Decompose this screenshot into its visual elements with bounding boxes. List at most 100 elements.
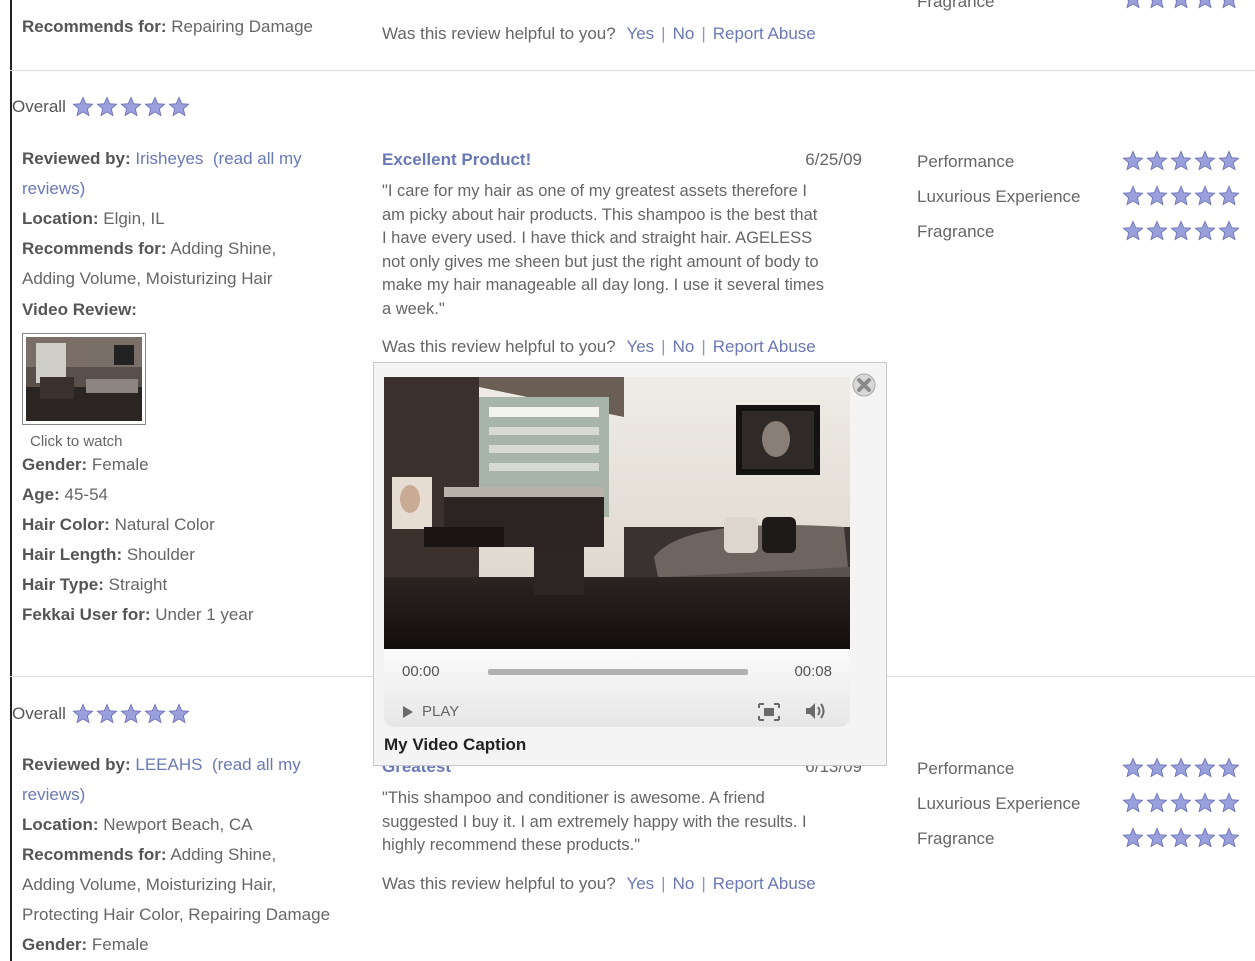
recommends-value: Adding Shine, <box>170 239 277 258</box>
reviewer-name-link[interactable]: Irisheyes <box>135 149 203 168</box>
star-icon <box>1146 792 1168 813</box>
play-label: PLAY <box>422 703 460 720</box>
play-button[interactable]: PLAY <box>402 703 459 720</box>
review-body-line: a week." <box>382 299 445 318</box>
overall-label: Overall <box>12 704 66 723</box>
star-icon <box>72 703 94 724</box>
report-abuse-link[interactable]: Report Abuse <box>713 24 816 43</box>
review-body: "This shampoo and conditioner is awesome… <box>382 787 862 858</box>
star-icon <box>1170 150 1192 171</box>
star-icon <box>144 703 166 724</box>
read-all-reviews-link[interactable]: (read all my <box>213 149 302 168</box>
recommends-value-cont: Protecting Hair Color, Repairing Damage <box>22 905 331 924</box>
helpful-no-link[interactable]: No <box>673 874 695 893</box>
star-icon <box>1218 185 1240 206</box>
star-icon <box>1170 757 1192 778</box>
star-icon <box>1174 0 1188 9</box>
star-icon <box>1170 792 1192 813</box>
rating-stars <box>1122 792 1240 814</box>
recommends-value-cont: Adding Volume, Moisturizing Hair, <box>22 875 277 894</box>
star-icon <box>96 96 118 117</box>
overall-stars <box>72 96 190 118</box>
recommends-label: Recommends for: <box>22 845 167 864</box>
read-all-reviews-link[interactable]: (read all my <box>212 755 301 774</box>
progress-bar[interactable] <box>488 669 748 675</box>
hair-type-label: Hair Type: <box>22 575 104 594</box>
star-icon <box>1218 827 1240 848</box>
star-icon <box>1218 220 1240 241</box>
location-label: Location: <box>22 209 99 228</box>
star-icon <box>1122 757 1144 778</box>
star-icon <box>1218 792 1240 813</box>
star-icon <box>120 703 142 724</box>
star-icon <box>1218 757 1240 778</box>
rating-label: Performance <box>917 152 1015 171</box>
volume-icon[interactable] <box>804 701 828 726</box>
overall-rating: Overall <box>12 96 190 118</box>
review-content: Excellent Product! 6/25/09 "I care for m… <box>382 150 862 357</box>
helpful-row: Was this review helpful to you? Yes | No | R… <box>382 337 816 356</box>
reviewer-info: Reviewed by: Irisheyes (read all my revi… <box>22 144 362 630</box>
hair-color-value: Natural Color <box>114 515 215 534</box>
star-icon <box>96 703 118 724</box>
star-icon <box>1122 185 1144 206</box>
gender-value: Female <box>91 455 149 474</box>
rating-stars <box>1122 150 1240 172</box>
video-player-frame[interactable] <box>384 377 850 649</box>
current-time: 00:00 <box>402 663 440 680</box>
location-value: Elgin, IL <box>103 209 165 228</box>
gender-label: Gender: <box>22 935 88 954</box>
star-icon <box>1194 827 1216 848</box>
helpful-yes-link[interactable]: Yes <box>626 874 654 893</box>
age-label: Age: <box>22 485 60 504</box>
helpful-no-link[interactable]: No <box>673 24 695 43</box>
report-abuse-link[interactable]: Report Abuse <box>713 337 816 356</box>
rating-label: Performance <box>917 759 1015 778</box>
star-icon <box>1198 0 1212 9</box>
star-icon <box>1146 757 1168 778</box>
gender-value: Female <box>91 935 149 954</box>
close-icon[interactable] <box>852 373 876 397</box>
review-body-line: suggested I buy it. I am extremely happy… <box>382 812 807 831</box>
video-frame-image <box>384 377 850 649</box>
location-label: Location: <box>22 815 99 834</box>
reviewer-name-link[interactable]: LEEAHS <box>135 755 202 774</box>
review-body-line: "I care for my hair as one of my greates… <box>382 182 807 200</box>
video-thumbnail[interactable] <box>22 333 146 425</box>
overall-stars <box>72 703 190 725</box>
rating-row-fragrance: Fragrance <box>917 220 1247 246</box>
star-icon <box>1122 220 1144 241</box>
star-icon <box>1194 150 1216 171</box>
reviewed-by-label: Reviewed by: <box>22 755 131 774</box>
rating-stars <box>1122 0 1240 10</box>
helpful-question: Was this review helpful to you? <box>382 873 616 893</box>
fullscreen-icon[interactable] <box>758 703 780 726</box>
rating-stars <box>1122 220 1240 242</box>
click-to-watch-link[interactable]: Click to watch <box>30 433 362 450</box>
read-all-reviews-link-cont[interactable]: reviews) <box>22 179 85 198</box>
review-body-line: highly recommend these products." <box>382 836 641 854</box>
report-abuse-link[interactable]: Report Abuse <box>713 874 816 893</box>
video-caption: My Video Caption <box>384 735 527 754</box>
rating-row-performance: Performance <box>917 757 1247 783</box>
star-icon <box>1194 792 1216 813</box>
hair-length-label: Hair Length: <box>22 545 123 564</box>
helpful-yes-link[interactable]: Yes <box>626 24 654 43</box>
star-icon <box>1222 0 1236 9</box>
duration-time: 00:08 <box>794 663 832 680</box>
review-title: Excellent Product! <box>382 150 532 169</box>
star-icon <box>1122 827 1144 848</box>
play-icon <box>403 705 413 718</box>
star-icon <box>1146 185 1168 206</box>
rating-stars <box>1122 827 1240 849</box>
star-icon <box>1146 150 1168 171</box>
overall-rating: Overall <box>12 703 190 725</box>
rating-row-performance: Performance <box>917 150 1247 176</box>
helpful-yes-link[interactable]: Yes <box>626 337 654 356</box>
star-icon <box>144 96 166 117</box>
star-icon <box>1194 757 1216 778</box>
star-icon <box>1170 827 1192 848</box>
helpful-no-link[interactable]: No <box>673 337 695 356</box>
hair-length-value: Shoulder <box>126 545 195 564</box>
read-all-reviews-link-cont[interactable]: reviews) <box>22 785 85 804</box>
